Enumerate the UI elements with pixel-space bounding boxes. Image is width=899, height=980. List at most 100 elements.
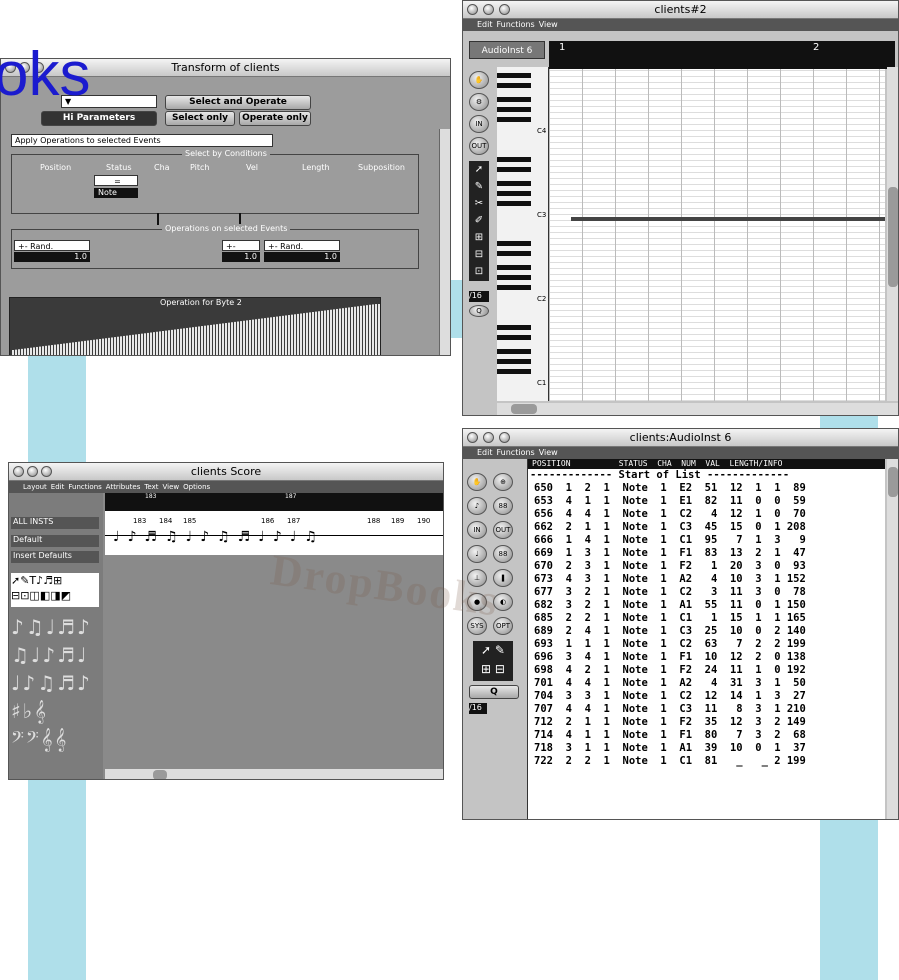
black-key[interactable]	[497, 275, 531, 280]
menu-edit[interactable]: Edit	[477, 448, 493, 457]
quantize-value[interactable]: /16	[469, 703, 487, 714]
black-key[interactable]	[497, 117, 531, 122]
black-key[interactable]	[497, 107, 531, 112]
list-item[interactable]: 689 2 4 1 Note 1 C3 25 10 0 2 140	[534, 625, 885, 638]
menu-functions[interactable]: Functions	[497, 448, 535, 457]
score-titlebar[interactable]: clients Score	[9, 463, 443, 481]
list-item[interactable]: 669 1 3 1 Note 1 F1 83 13 2 1 47	[534, 547, 885, 560]
operate-only-button[interactable]: Operate only	[239, 111, 311, 126]
black-key[interactable]	[497, 201, 531, 206]
score-ruler[interactable]: 183 187	[105, 493, 443, 511]
catch-icon[interactable]: ✋	[469, 71, 489, 89]
hscroll-thumb[interactable]	[153, 770, 167, 779]
filter-88b-icon[interactable]: 88	[493, 545, 513, 563]
matrix-hscrollbar[interactable]	[497, 403, 898, 415]
list-item[interactable]: 662 2 1 1 Note 1 C3 45 15 0 1 208	[534, 521, 885, 534]
op-position-value[interactable]: 1.0	[14, 252, 90, 262]
matrix-vscrollbar[interactable]	[887, 67, 898, 401]
black-key[interactable]	[497, 359, 531, 364]
list-item[interactable]: 666 1 4 1 Note 1 C1 95 7 1 3 9	[534, 534, 885, 547]
map-bars[interactable]	[12, 304, 380, 356]
list-item[interactable]: 718 3 1 1 Note 1 A1 39 10 0 1 37	[534, 742, 885, 755]
tool-palette[interactable]: ➚ ✎ ⊞ ⊟	[473, 641, 513, 681]
q-icon[interactable]: Q	[469, 305, 489, 317]
list-item[interactable]: 704 3 3 1 Note 1 C2 12 14 1 3 27	[534, 690, 885, 703]
default-display[interactable]: Default	[11, 535, 99, 547]
black-key[interactable]	[497, 251, 531, 256]
matrix-titlebar[interactable]: clients#2	[463, 1, 898, 19]
list-item[interactable]: 696 3 4 1 Note 1 F1 10 12 2 0 138	[534, 651, 885, 664]
parameters-button[interactable]: Hi Parameters	[41, 111, 157, 126]
select-operate-button[interactable]: Select and Operate	[165, 95, 311, 110]
black-key[interactable]	[497, 335, 531, 340]
insert-defaults[interactable]: Insert Defaults	[11, 551, 99, 563]
filter-note2-icon[interactable]: ♩	[467, 545, 487, 563]
select-only-button[interactable]: Select only	[165, 111, 235, 126]
black-key[interactable]	[497, 167, 531, 172]
event-list[interactable]: POSITION STATUS CHA NUM VAL LENGTH/INFO …	[527, 459, 885, 819]
menu-edit[interactable]: Edit	[51, 483, 65, 491]
catch-icon[interactable]: ✋	[467, 473, 487, 491]
status-value[interactable]: Note	[94, 188, 138, 198]
menu-functions[interactable]: Functions	[68, 483, 101, 491]
black-key[interactable]	[497, 285, 531, 290]
list-item[interactable]: 698 4 2 1 Note 1 F2 24 11 1 0 192	[534, 664, 885, 677]
note-grid[interactable]	[549, 69, 885, 401]
black-key[interactable]	[497, 191, 531, 196]
menu-text[interactable]: Text	[144, 483, 158, 491]
list-item[interactable]: 712 2 1 1 Note 1 F2 35 12 3 2 149	[534, 716, 885, 729]
black-key[interactable]	[497, 325, 531, 330]
menu-view[interactable]: View	[539, 20, 558, 29]
op-length-value[interactable]: 1.0	[264, 252, 340, 262]
list-item[interactable]: 701 4 4 1 Note 1 A2 4 31 3 1 50	[534, 677, 885, 690]
menu-edit[interactable]: Edit	[477, 20, 493, 29]
score-hscrollbar[interactable]	[105, 769, 443, 779]
apply-select[interactable]: Apply Operations to selected Events	[11, 134, 273, 147]
tool-palette[interactable]: ➚ ✎ ✂ ✐ ⊞ ⊟ ⊡	[469, 161, 489, 281]
midi-out-icon[interactable]: OUT	[493, 521, 513, 539]
black-key[interactable]	[497, 97, 531, 102]
link-icon[interactable]: ⚙	[469, 93, 489, 111]
piano-keyboard[interactable]: C4 C3 C2 C1	[497, 67, 549, 401]
quantize-value[interactable]: /16	[469, 291, 489, 302]
eventlist-vscrollbar[interactable]	[887, 459, 898, 819]
list-item[interactable]: 673 4 3 1 Note 1 A2 4 10 3 1 152	[534, 573, 885, 586]
list-item[interactable]: 677 3 2 1 Note 1 C2 3 11 3 0 78	[534, 586, 885, 599]
link-icon[interactable]: ⊕	[493, 473, 513, 491]
transform-scrollbar[interactable]	[439, 129, 450, 355]
eventlist-titlebar[interactable]: clients:AudioInst 6	[463, 429, 898, 447]
list-item[interactable]: 656 4 4 1 Note 1 C2 4 12 1 0 70	[534, 508, 885, 521]
list-item[interactable]: 682 3 2 1 Note 1 A1 55 11 0 1 150	[534, 599, 885, 612]
black-key[interactable]	[497, 157, 531, 162]
list-item[interactable]: 670 2 3 1 Note 1 F2 1 20 3 0 93	[534, 560, 885, 573]
menu-options[interactable]: Options	[183, 483, 210, 491]
symbol-palette[interactable]: ♪♫♩♬♪ ♫♩♪♬♩ ♩♪♫♬♪ ♯♭𝄞 𝄢𝄢𝄞𝄞	[11, 613, 99, 779]
midi-out-icon[interactable]: OUT	[469, 137, 489, 155]
note-event[interactable]	[571, 217, 885, 221]
op-vel-value[interactable]: 1.0	[222, 252, 260, 262]
menu-view[interactable]: View	[163, 483, 180, 491]
scroll-thumb[interactable]	[888, 467, 898, 497]
black-key[interactable]	[497, 349, 531, 354]
midi-in-icon[interactable]: IN	[467, 521, 487, 539]
list-item[interactable]: 707 4 4 1 Note 1 C3 11 8 3 1 210	[534, 703, 885, 716]
midi-in-icon[interactable]: IN	[469, 115, 489, 133]
black-key[interactable]	[497, 265, 531, 270]
scroll-thumb[interactable]	[888, 187, 898, 287]
black-key[interactable]	[497, 369, 531, 374]
menu-layout[interactable]: Layout	[23, 483, 47, 491]
black-key[interactable]	[497, 73, 531, 78]
insts-display[interactable]: ALL INSTS	[11, 517, 99, 529]
list-item[interactable]: 650 1 2 1 Note 1 E2 51 12 1 1 89	[534, 482, 885, 495]
list-item[interactable]: 714 4 1 1 Note 1 F1 80 7 3 2 68	[534, 729, 885, 742]
q-button[interactable]: Q	[469, 685, 519, 699]
black-key[interactable]	[497, 83, 531, 88]
op-vel-select[interactable]: +- Rand.	[222, 240, 260, 262]
menu-attributes[interactable]: Attributes	[106, 483, 141, 491]
black-key[interactable]	[497, 181, 531, 186]
hscroll-thumb[interactable]	[511, 404, 537, 414]
black-key[interactable]	[497, 241, 531, 246]
list-item[interactable]: 685 2 2 1 Note 1 C1 1 15 1 1 165	[534, 612, 885, 625]
menu-functions[interactable]: Functions	[497, 20, 535, 29]
status-operator-select[interactable]: =	[94, 175, 138, 186]
